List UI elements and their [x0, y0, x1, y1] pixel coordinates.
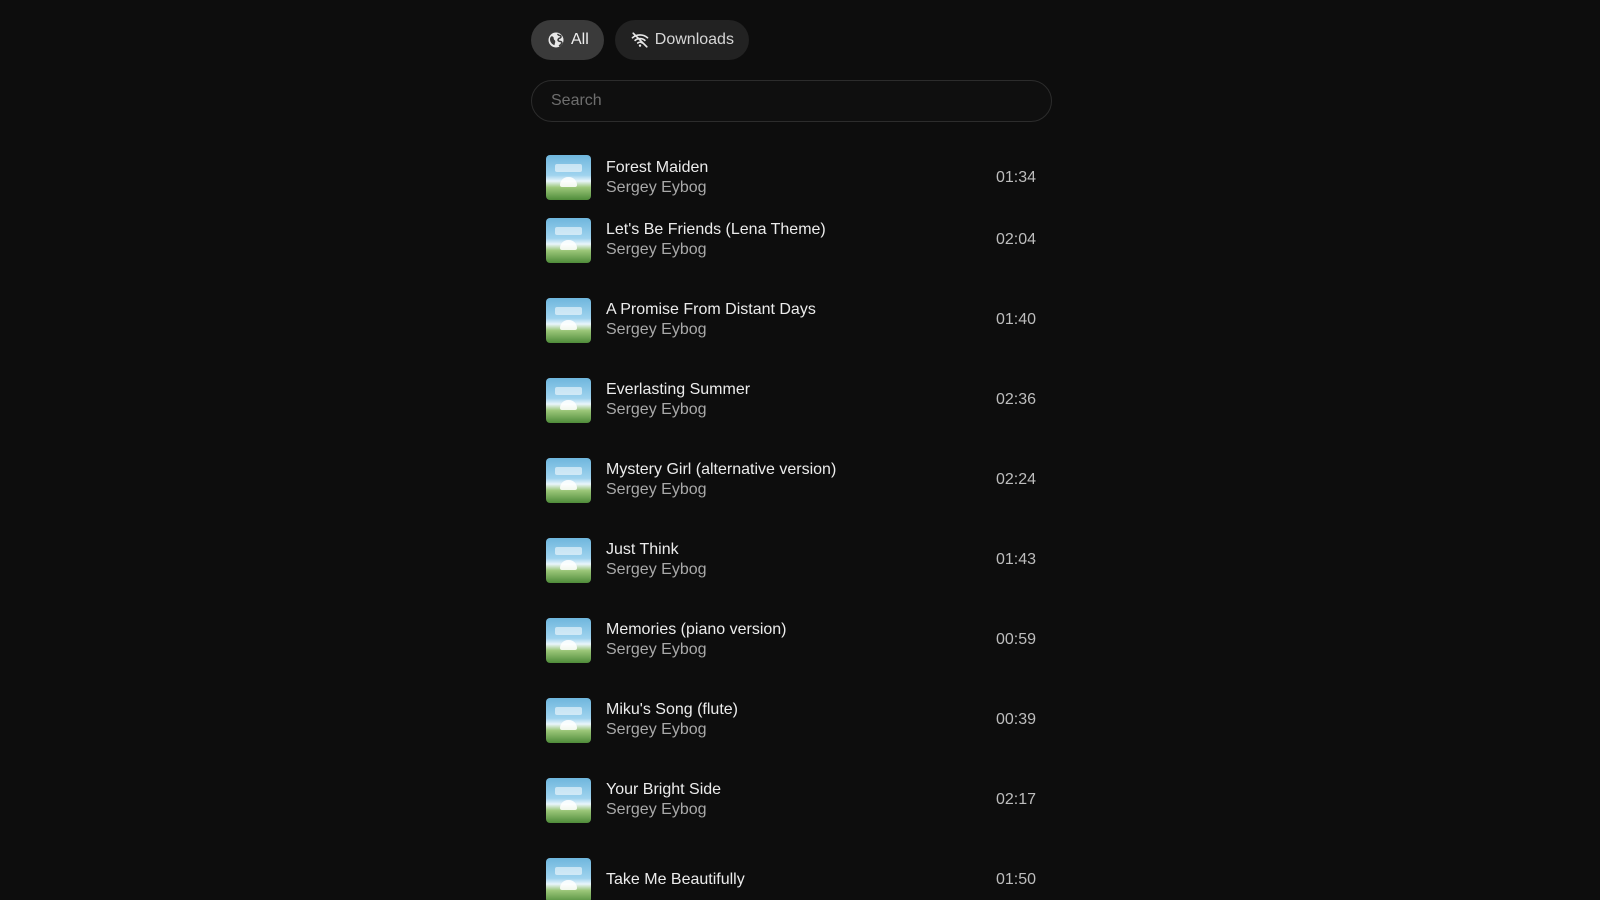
track-row[interactable]: Forest Maiden Sergey Eybog 01:34 — [546, 155, 1036, 200]
filter-chips: All Downloads — [531, 20, 1052, 60]
filter-all-label: All — [571, 31, 589, 48]
track-info: Forest Maiden Sergey Eybog — [606, 158, 976, 198]
track-row[interactable]: Your Bright Side Sergey Eybog 02:17 — [546, 760, 1036, 840]
album-cover — [546, 697, 591, 743]
track-title: Just Think — [606, 541, 679, 558]
track-row[interactable]: Let's Be Friends (Lena Theme) Sergey Eyb… — [546, 200, 1036, 280]
filter-all-button[interactable]: All — [531, 20, 604, 60]
track-info: Everlasting Summer Sergey Eybog — [606, 380, 976, 420]
track-title: A Promise From Distant Days — [606, 301, 816, 318]
filter-downloads-label: Downloads — [654, 31, 734, 48]
album-cover — [546, 617, 591, 663]
track-info: Let's Be Friends (Lena Theme) Sergey Eyb… — [606, 220, 976, 260]
track-duration: 00:59 — [995, 631, 1036, 648]
track-artist: Sergey Eybog — [606, 241, 707, 258]
filter-downloads-button[interactable]: Downloads — [614, 20, 749, 60]
track-duration: 01:50 — [995, 871, 1036, 888]
track-duration: 01:43 — [995, 551, 1036, 568]
track-duration: 02:24 — [995, 471, 1036, 488]
album-cover — [546, 155, 591, 200]
track-info: Just Think Sergey Eybog — [606, 540, 976, 580]
library-header: All Downloads — [531, 20, 1052, 122]
track-artist: Sergey Eybog — [606, 481, 707, 498]
track-row[interactable]: Everlasting Summer Sergey Eybog 02:36 — [546, 360, 1036, 440]
track-info: Your Bright Side Sergey Eybog — [606, 780, 976, 820]
wifi-off-icon — [631, 31, 649, 49]
track-row[interactable]: Just Think Sergey Eybog 01:43 — [546, 520, 1036, 600]
track-duration: 00:39 — [995, 711, 1036, 728]
track-title: Everlasting Summer — [606, 381, 751, 398]
track-info: Take Me Beautifully — [606, 870, 976, 890]
globe-icon — [547, 31, 565, 49]
track-info: Memories (piano version) Sergey Eybog — [606, 620, 976, 660]
track-duration: 01:40 — [995, 311, 1036, 328]
track-list: Forest Maiden Sergey Eybog 01:34 Let's B… — [546, 155, 1036, 900]
track-title: Forest Maiden — [606, 158, 709, 176]
track-title: Mystery Girl (alternative version) — [606, 461, 837, 478]
track-title: Take Me Beautifully — [606, 871, 745, 888]
track-row[interactable]: Miku's Song (flute) Sergey Eybog 00:39 — [546, 680, 1036, 760]
album-cover — [546, 777, 591, 823]
search-input[interactable] — [531, 80, 1052, 122]
album-cover — [546, 297, 591, 343]
track-title: Memories (piano version) — [606, 621, 787, 638]
track-artist: Sergey Eybog — [606, 721, 707, 738]
track-artist: Sergey Eybog — [606, 801, 707, 818]
track-row[interactable]: Mystery Girl (alternative version) Serge… — [546, 440, 1036, 520]
track-row[interactable]: Take Me Beautifully 01:50 — [546, 840, 1036, 900]
track-artist: Sergey Eybog — [606, 178, 707, 196]
track-title: Miku's Song (flute) — [606, 701, 738, 718]
track-row[interactable]: Memories (piano version) Sergey Eybog 00… — [546, 600, 1036, 680]
track-duration: 01:34 — [995, 168, 1036, 186]
album-cover — [546, 857, 591, 900]
track-info: A Promise From Distant Days Sergey Eybog — [606, 300, 976, 340]
album-cover — [546, 457, 591, 503]
track-artist: Sergey Eybog — [606, 321, 707, 338]
album-cover — [546, 537, 591, 583]
track-artist: Sergey Eybog — [606, 561, 707, 578]
track-info: Mystery Girl (alternative version) Serge… — [606, 460, 976, 500]
music-library: All Downloads Forest M — [0, 0, 1600, 900]
track-title: Let's Be Friends (Lena Theme) — [606, 221, 826, 238]
track-row[interactable]: A Promise From Distant Days Sergey Eybog… — [546, 280, 1036, 360]
track-duration: 02:17 — [995, 791, 1036, 808]
track-artist: Sergey Eybog — [606, 641, 707, 658]
track-artist: Sergey Eybog — [606, 401, 707, 418]
album-cover — [546, 217, 591, 263]
track-duration: 02:36 — [995, 391, 1036, 408]
track-info: Miku's Song (flute) Sergey Eybog — [606, 700, 976, 740]
track-title: Your Bright Side — [606, 781, 722, 798]
album-cover — [546, 377, 591, 423]
track-duration: 02:04 — [995, 231, 1036, 248]
